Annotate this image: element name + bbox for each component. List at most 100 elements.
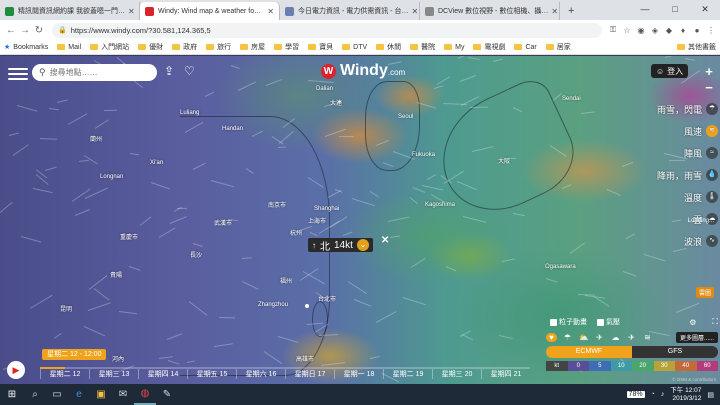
layer-rain-snow[interactable]: 降雨，雨雪 💧 [648,164,720,186]
file-explorer-icon[interactable]: ▣ [90,384,112,405]
cloud-map-badge[interactable]: 雲圖 [695,287,714,298]
cloud-icon[interactable]: ☁ [610,333,621,342]
task-view-icon[interactable]: ▭ [46,384,68,405]
bookmark-folder[interactable]: 優財 [138,42,163,52]
browser-tab[interactable]: DCView 數位視野 - 數位相機、攝… ✕ [420,2,560,20]
reload-icon[interactable]: ↻ [32,25,46,36]
new-tab-button[interactable]: + [560,2,582,20]
bookmark-folder[interactable]: Car [514,44,537,51]
favorite-icon[interactable]: ♥ [546,332,557,342]
timeline-day[interactable]: 星期一 18 [334,369,383,379]
extension-icon[interactable]: ◈ [650,26,660,35]
bookmark-folder[interactable]: 旅行 [206,42,231,52]
browser-tab[interactable]: 今日電力資訊 - 電力供需資訊 - 台… ✕ [280,2,420,20]
timeline-day[interactable]: 星期二 12 [40,369,89,379]
forward-icon[interactable]: → [18,25,32,36]
layer-temperature[interactable]: 溫度 🌡 [648,186,720,208]
star-icon[interactable]: ☆ [622,26,632,35]
bookmark-folder[interactable]: My [444,44,464,51]
browser-tab[interactable]: 精訊閱資訊網約課 我欲蓋嗯一門… ✕ [0,2,140,20]
pressure-checkbox[interactable]: 氣壓 [597,317,620,327]
timeline-day[interactable]: 星期日 17 [285,369,334,379]
timeline-day[interactable]: 星期三 20 [432,369,481,379]
model-ecmwf[interactable]: ECMWF [546,346,632,358]
bookmark-folder[interactable]: 休閒 [376,42,401,52]
model-gfs[interactable]: GFS [632,346,718,358]
extension-icon[interactable]: ♦ [678,26,688,35]
weather-icon[interactable]: ⛅ [578,333,589,342]
login-button[interactable]: ☺ 登入 [651,64,689,78]
share-icon[interactable]: ⇪ [164,64,174,78]
bookmark-folder[interactable]: 入門網站 [90,42,129,52]
particles-checkbox[interactable]: 粒子動畫 [550,317,587,327]
edge-icon[interactable]: e [68,384,90,405]
layer-rain-thunder[interactable]: 雨雪，閃電 ☂ [648,98,720,120]
plane-icon[interactable]: ✈ [626,333,637,342]
timeline-day[interactable]: 星期三 13 [89,369,138,379]
settings-icon[interactable]: ⚙ [689,318,696,327]
bookmark-folder[interactable]: DTV [342,44,367,51]
tab-close-icon[interactable]: ✕ [408,7,418,16]
layer-wind[interactable]: 風速 ≋ [648,120,720,142]
umbrella-icon[interactable]: ☂ [562,333,573,342]
search-input[interactable] [49,68,145,77]
timeline-day[interactable]: 星期四 14 [138,369,187,379]
maximize-button[interactable]: □ [660,0,690,18]
bookmark-folder[interactable]: Mail [57,44,81,51]
pen-icon[interactable]: ✎ [156,384,178,405]
windy-logo[interactable]: W Windy.com [321,62,405,80]
close-icon[interactable]: ✕ [381,235,389,246]
menu-icon[interactable] [8,65,28,80]
bookmark-folder[interactable]: 電視劇 [473,42,505,52]
windows-start-icon[interactable]: ⊞ [0,389,24,400]
tab-close-icon[interactable]: ✕ [264,7,274,16]
minimize-button[interactable]: — [630,0,660,18]
timeline-day[interactable]: 星期二 19 [383,369,432,379]
timeline-day[interactable]: 星期四 21 [481,369,530,379]
notification-icon[interactable]: ▤ [707,391,714,399]
bookmark-folder[interactable]: 醫院 [410,42,435,52]
search-box[interactable]: ⚲ [32,64,157,81]
tab-close-icon[interactable]: ✕ [125,7,135,16]
wind-picker-popup[interactable]: ↑ 北 14kt ⌄ [308,238,373,253]
timeline-day[interactable]: 星期五 15 [187,369,236,379]
browser-tab-active[interactable]: Windy: Wind map & weather fo… ✕ [140,2,280,20]
fullscreen-icon[interactable]: ⛶ [712,317,718,327]
more-layers-button[interactable]: 更多圖層...... [675,331,718,343]
mail-icon[interactable]: ✉ [112,384,134,405]
extension-icon[interactable]: ◉ [636,26,646,35]
extension-icon[interactable]: ◆ [664,26,674,35]
bookmark-folder-other[interactable]: 其他書籤 [677,42,716,52]
bookmark-folder[interactable]: 政府 [172,42,197,52]
layer-waves[interactable]: 波浪 ∿ [648,230,720,252]
profile-icon[interactable]: ● [692,26,702,35]
favorite-icon[interactable]: ♡ [184,64,195,78]
volume-icon[interactable]: ♪ [661,391,665,398]
zoom-in-button[interactable]: + [702,64,716,79]
bookmark-folder[interactable]: 學習 [274,42,299,52]
bookmark-apps[interactable]: ★ Bookmarks [4,43,48,52]
system-clock[interactable]: 下午 12:07 2019/3/12 [670,387,701,403]
wave-icon[interactable]: ≋ [642,333,653,342]
key-icon[interactable]: ⚿ [608,25,618,35]
chevron-down-icon[interactable]: ⌄ [356,239,369,251]
back-icon[interactable]: ← [4,25,18,36]
timeline-day[interactable]: 星期六 16 [236,369,285,379]
layer-gusts[interactable]: 陣風 ≈ [648,142,720,164]
chrome-icon[interactable]: ◍ [134,384,156,405]
plane-icon[interactable]: ✈ [594,333,605,342]
network-icon[interactable]: ◔ [651,391,655,398]
time-display[interactable]: 星期二 12 - 12:00 [42,349,107,360]
bookmark-folder[interactable]: 房屋 [240,42,265,52]
battery-indicator[interactable]: 78% [626,391,645,398]
menu-dots-icon[interactable]: ⋮ [706,26,716,35]
zoom-out-button[interactable]: − [702,80,716,95]
bookmark-folder[interactable]: 居家 [545,42,571,52]
bookmark-folder[interactable]: 寶貝 [308,42,333,52]
url-field[interactable]: 🔒 https://www.windy.com/?30.581,124.365,… [52,22,602,38]
play-icon[interactable]: ▶ [7,361,25,379]
tab-close-icon[interactable]: ✕ [548,7,558,16]
wind-streak [421,184,444,191]
close-window-button[interactable]: ✕ [690,0,720,18]
search-icon[interactable]: ⌕ [24,384,46,405]
